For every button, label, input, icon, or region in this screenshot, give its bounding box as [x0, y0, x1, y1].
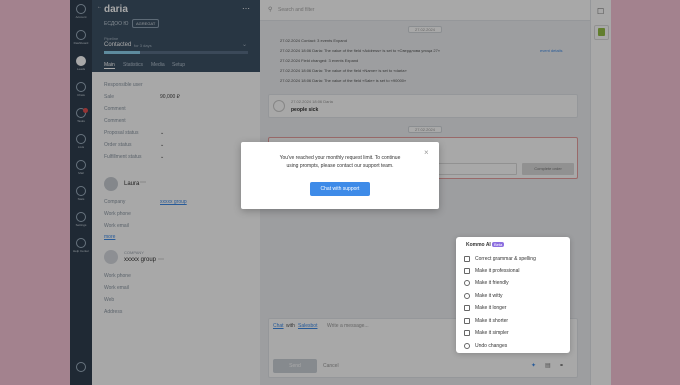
- ai-assistant-menu: Kommo AI Beta Correct grammar & spelling…: [456, 237, 570, 353]
- lines-short-icon: [464, 317, 470, 324]
- ai-item-label: Undo changes: [475, 342, 508, 349]
- ai-item-label: Make it longer: [475, 304, 507, 311]
- ai-item-witty[interactable]: Make it witty: [464, 291, 503, 300]
- ai-item-longer[interactable]: Make it longer: [464, 303, 506, 312]
- pencil-icon: [464, 255, 470, 262]
- modal-message-line1: You've reached your monthly request limi…: [279, 155, 401, 161]
- ai-item-simpler[interactable]: Make it simpler: [464, 328, 509, 337]
- ai-item-undo[interactable]: Undo changes: [464, 341, 507, 350]
- lines-long-icon: [464, 304, 470, 311]
- ai-item-friendly[interactable]: Make it friendly: [464, 278, 509, 287]
- smile-icon: [464, 279, 470, 286]
- ai-item-label: Make it shorter: [475, 317, 509, 324]
- ai-menu-title: Kommo AI: [466, 242, 491, 248]
- simpler-icon: [464, 329, 470, 336]
- briefcase-icon: [464, 267, 470, 274]
- ai-item-shorter[interactable]: Make it shorter: [464, 316, 508, 325]
- beta-badge: Beta: [492, 242, 505, 247]
- ai-item-label: Make it friendly: [475, 279, 509, 286]
- undo-icon: [464, 342, 470, 349]
- ai-item-correct-grammar[interactable]: Correct grammar & spelling: [464, 254, 536, 263]
- modal-message-line2: using prompts, please contact our suppor…: [286, 163, 394, 169]
- ai-item-label: Make it professional: [475, 267, 520, 274]
- ai-item-professional[interactable]: Make it professional: [464, 266, 519, 275]
- laugh-icon: [464, 292, 470, 299]
- chat-with-support-button[interactable]: Chat with support: [310, 182, 370, 196]
- ai-item-label: Make it simpler: [475, 329, 509, 336]
- ai-item-label: Correct grammar & spelling: [475, 255, 536, 262]
- ai-item-label: Make it witty: [475, 292, 503, 299]
- limit-modal: × You've reached your monthly request li…: [241, 142, 439, 209]
